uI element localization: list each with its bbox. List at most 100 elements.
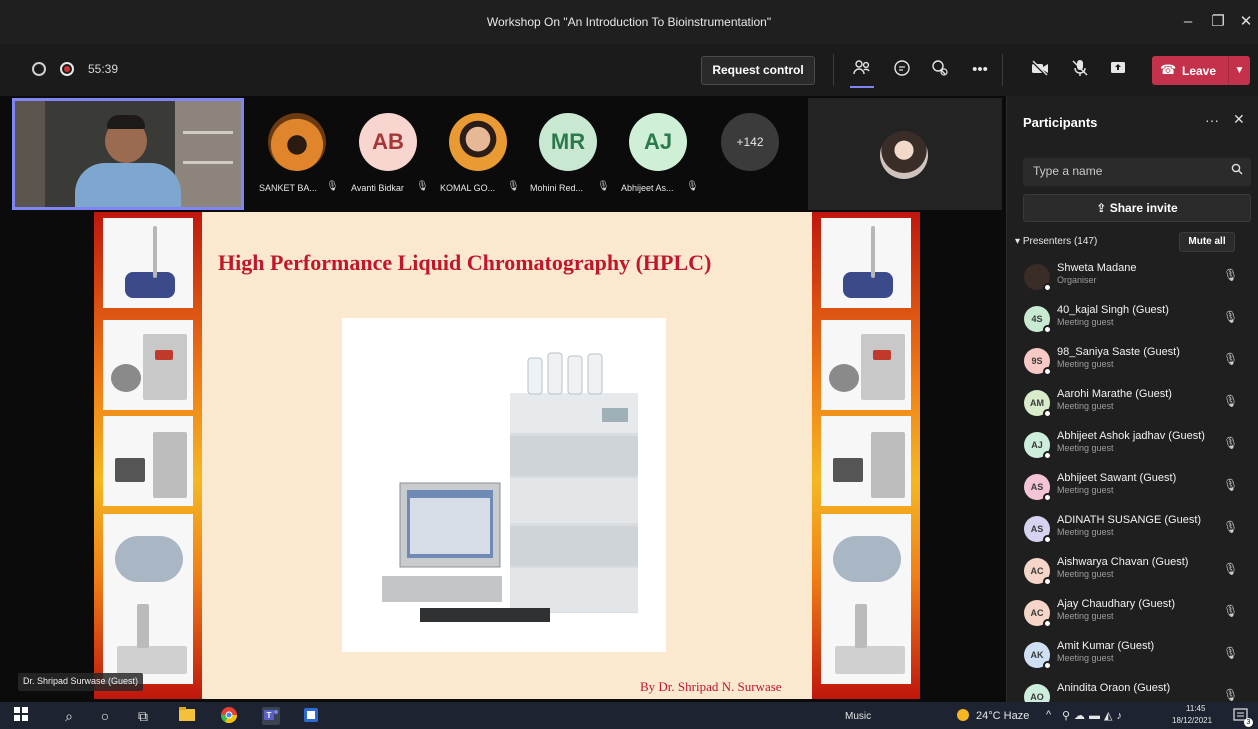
participant-name: 98_Saniya Saste (Guest): [1057, 346, 1180, 358]
mic-off-icon[interactable]: 🎙: [1223, 688, 1238, 702]
search-input[interactable]: [1033, 164, 1213, 178]
more-options-icon[interactable]: •••: [968, 58, 992, 82]
instrument-thumbnail: [103, 594, 193, 684]
participants-icon[interactable]: [850, 58, 874, 82]
participant-avatar[interactable]: AJ: [629, 113, 687, 171]
reactions-icon[interactable]: [928, 58, 952, 82]
presenter-video[interactable]: [12, 98, 244, 210]
system-tray-icons[interactable]: ⚲☁▬◭♪: [1062, 709, 1126, 722]
search-icon[interactable]: [1231, 163, 1243, 178]
leave-button[interactable]: ☎ Leave ▼: [1152, 56, 1250, 85]
participant-name: Ajay Chaudhary (Guest): [1057, 598, 1175, 610]
more-participants-button[interactable]: +142: [721, 113, 779, 171]
chat-icon[interactable]: [890, 58, 914, 82]
teams-icon[interactable]: T: [262, 707, 280, 725]
participant-name: Aishwarya Chavan (Guest): [1057, 556, 1189, 568]
chevron-up-icon[interactable]: ^: [1046, 709, 1051, 721]
participant-role: Meeting guest: [1057, 443, 1114, 453]
featured-participant-tile[interactable]: [808, 98, 1002, 210]
weather-text[interactable]: 24°C Haze: [976, 710, 1029, 722]
presence-status-icon: [1043, 325, 1052, 334]
mic-off-icon[interactable]: 🎙: [1223, 394, 1238, 408]
maximize-icon[interactable]: ❐: [1208, 12, 1228, 32]
participant-avatar: AM: [1024, 390, 1052, 418]
participant-avatar[interactable]: AB: [359, 113, 417, 171]
music-label[interactable]: Music: [845, 711, 871, 722]
participant-row[interactable]: 9S 98_Saniya Saste (Guest) Meeting guest 🎙: [1007, 344, 1257, 386]
participant-avatar: AS: [1024, 516, 1052, 544]
instrument-thumbnail: [821, 320, 911, 410]
participant-avatar: 4S: [1024, 306, 1052, 334]
camera-off-icon[interactable]: [1028, 58, 1052, 82]
mic-off-icon[interactable]: 🎙: [1223, 604, 1238, 618]
chrome-icon[interactable]: [220, 707, 238, 725]
mic-off-icon[interactable]: 🎙: [1223, 478, 1238, 492]
participant-name: Abhijeet As...: [621, 183, 674, 193]
participant-avatar[interactable]: [449, 113, 507, 171]
mic-off-icon: 🎙: [686, 181, 699, 192]
mic-off-icon[interactable]: 🎙: [1223, 352, 1238, 366]
participant-name: ADINATH SUSANGE (Guest): [1057, 514, 1202, 526]
participant-role: Meeting guest: [1057, 317, 1114, 327]
instrument-thumbnail: [821, 218, 911, 308]
hplc-system-image: [342, 318, 666, 652]
mic-off-icon[interactable]: 🎙: [1223, 646, 1238, 660]
task-view-icon[interactable]: ⧉: [134, 707, 152, 725]
file-explorer-icon[interactable]: [178, 707, 196, 725]
weather-icon[interactable]: [954, 707, 972, 725]
participant-name: Shweta Madane: [1057, 262, 1137, 274]
share-icon: ⇪: [1096, 201, 1107, 215]
share-screen-icon[interactable]: [1106, 58, 1130, 82]
instrument-thumbnail: [821, 594, 911, 684]
close-icon[interactable]: ✕: [1233, 111, 1245, 128]
participant-avatar: [1024, 264, 1052, 292]
participant-avatar[interactable]: MR: [539, 113, 597, 171]
participant-row[interactable]: AJ Abhijeet Ashok jadhav (Guest) Meeting g…: [1007, 428, 1257, 470]
instrument-thumbnail: [103, 514, 193, 604]
mic-off-icon[interactable]: 🎙: [1223, 436, 1238, 450]
participant-row[interactable]: AM Aarohi Marathe (Guest) Meeting guest 🎙: [1007, 386, 1257, 428]
notifications-icon[interactable]: 3: [1232, 707, 1253, 727]
close-window-icon[interactable]: ✕: [1236, 12, 1256, 32]
participant-role: Meeting guest: [1057, 485, 1114, 495]
request-control-button[interactable]: Request control: [701, 56, 815, 85]
participant-role: Meeting guest: [1057, 359, 1114, 369]
participant-avatar: AS: [1024, 474, 1052, 502]
microphone-off-icon[interactable]: [1068, 58, 1092, 82]
mic-off-icon[interactable]: 🎙: [1223, 520, 1238, 534]
participant-row[interactable]: AC Aishwarya Chavan (Guest) Meeting guest 🎙: [1007, 554, 1257, 596]
minimize-icon[interactable]: –: [1178, 12, 1198, 32]
instrument-thumbnail: [103, 416, 193, 506]
participant-row[interactable]: AK Amit Kumar (Guest) Meeting guest 🎙: [1007, 638, 1257, 680]
clock-time[interactable]: 11:45: [1186, 704, 1205, 713]
instrument-thumbnail: [821, 514, 911, 604]
mic-off-icon[interactable]: 🎙: [1223, 310, 1238, 324]
mic-off-icon[interactable]: 🎙: [1223, 562, 1238, 576]
panel-title: Participants: [1023, 115, 1098, 130]
search-icon[interactable]: ⌕: [60, 707, 78, 725]
participant-row[interactable]: AC Ajay Chaudhary (Guest) Meeting guest 🎙: [1007, 596, 1257, 638]
slide-right-column: [812, 212, 920, 699]
participant-name: Anindita Oraon (Guest): [1057, 682, 1171, 694]
participant-row[interactable]: 4S 40_kajal Singh (Guest) Meeting guest 🎙: [1007, 302, 1257, 344]
presence-status-icon: [1043, 577, 1052, 586]
presenters-section-header[interactable]: ▾ Presenters (147): [1015, 236, 1097, 247]
share-invite-button[interactable]: ⇪ Share invite: [1023, 194, 1251, 222]
participant-row[interactable]: AS ADINATH SUSANGE (Guest) Meeting guest 🎙: [1007, 512, 1257, 554]
mic-off-icon[interactable]: 🎙: [1223, 268, 1238, 282]
participant-row[interactable]: Shweta Madane Organiser 🎙: [1007, 260, 1257, 302]
whiteboard-icon[interactable]: [302, 707, 320, 725]
slide-title: High Performance Liquid Chromatography (…: [218, 250, 712, 275]
cortana-icon[interactable]: ○: [96, 707, 114, 725]
windows-start-icon[interactable]: [12, 707, 30, 725]
toolbar-divider: [1002, 54, 1003, 86]
participant-row[interactable]: AS Abhijeet Sawant (Guest) Meeting guest 🎙: [1007, 470, 1257, 512]
participant-role: Organiser: [1057, 275, 1097, 285]
more-options-icon[interactable]: ···: [1205, 112, 1219, 128]
clock-date[interactable]: 18/12/2021: [1172, 716, 1212, 725]
mute-all-button[interactable]: Mute all: [1179, 232, 1235, 252]
participant-strip: SANKET BA... 🎙 AB Avanti Bidkar 🎙 KOMAL …: [246, 98, 806, 210]
participant-avatar[interactable]: [268, 113, 326, 171]
participant-name: Avanti Bidkar: [351, 183, 404, 193]
chevron-down-icon[interactable]: ▼: [1228, 56, 1250, 85]
